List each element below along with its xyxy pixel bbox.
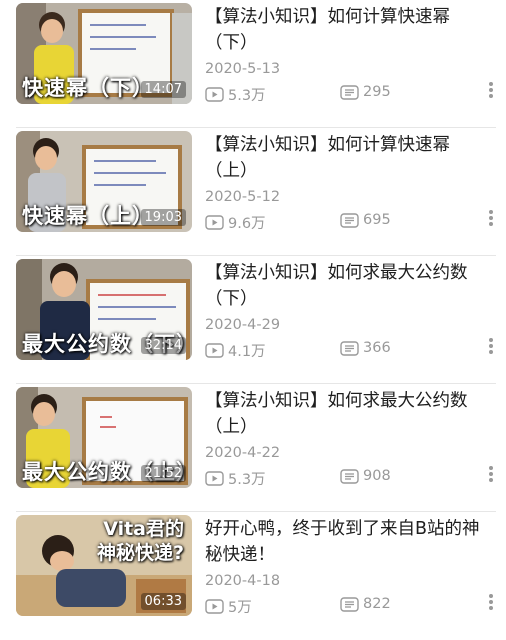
danmaku-count-icon (340, 340, 359, 356)
video-thumbnail[interactable]: 最大公约数（上） 21:52 (16, 387, 192, 488)
video-title[interactable]: 好开心鸭，终于收到了来自B站的神秘快递！ (205, 516, 485, 568)
more-vertical-icon[interactable] (488, 464, 494, 486)
more-vertical-icon[interactable] (488, 592, 494, 614)
video-stats: 5.3万 295 (205, 84, 505, 104)
video-item[interactable]: Vita君的 神秘快递? 06:33 好开心鸭，终于收到了来自B站的神秘快递！ … (0, 512, 506, 640)
publish-date: 2020-5-13 (205, 61, 281, 77)
video-thumbnail[interactable]: 最大公约数（下） 32:14 (16, 259, 192, 360)
video-title[interactable]: 【算法小知识】如何计算快速幂（下） (205, 4, 485, 56)
video-duration: 32:14 (140, 337, 186, 354)
more-vertical-icon[interactable] (488, 336, 494, 358)
video-title[interactable]: 【算法小知识】如何求最大公约数（上） (205, 388, 485, 440)
publish-date: 2020-4-22 (205, 445, 281, 461)
video-stats: 9.6万 695 (205, 212, 505, 232)
video-stats: 5.3万 908 (205, 468, 505, 488)
danmaku-count: 366 (340, 340, 391, 356)
video-item[interactable]: 快速幂（上） 19:03 【算法小知识】如何计算快速幂（上） 2020-5-12… (0, 128, 506, 256)
video-duration: 21:52 (140, 465, 186, 482)
play-count-icon (205, 343, 224, 358)
danmaku-count: 695 (340, 212, 391, 228)
publish-date: 2020-5-12 (205, 189, 281, 205)
thumbnail-overlay-title: 快速幂（上） (22, 204, 154, 228)
view-count: 5万 (205, 596, 252, 617)
danmaku-count-icon (340, 84, 359, 100)
video-title[interactable]: 【算法小知识】如何计算快速幂（上） (205, 132, 485, 184)
video-item[interactable]: 最大公约数（下） 32:14 【算法小知识】如何求最大公约数（下） 2020-4… (0, 256, 506, 384)
video-duration: 14:07 (140, 81, 186, 98)
view-count: 4.1万 (205, 340, 266, 361)
video-duration: 06:33 (140, 593, 186, 610)
thumbnail-overlay-title: Vita君的 神秘快递? (96, 518, 184, 564)
video-duration: 19:03 (140, 209, 186, 226)
video-item[interactable]: 最大公约数（上） 21:52 【算法小知识】如何求最大公约数（上） 2020-4… (0, 384, 506, 512)
danmaku-count: 908 (340, 468, 391, 484)
view-count: 5.3万 (205, 84, 266, 105)
video-title[interactable]: 【算法小知识】如何求最大公约数（下） (205, 260, 485, 312)
video-item[interactable]: 快速幂（下） 14:07 【算法小知识】如何计算快速幂（下） 2020-5-13… (0, 0, 506, 128)
danmaku-count-icon (340, 212, 359, 228)
play-count-icon (205, 599, 224, 614)
danmaku-count: 295 (340, 84, 391, 100)
danmaku-count: 822 (340, 596, 391, 612)
danmaku-count-icon (340, 596, 359, 612)
more-vertical-icon[interactable] (488, 80, 494, 102)
video-thumbnail[interactable]: 快速幂（上） 19:03 (16, 131, 192, 232)
publish-date: 2020-4-29 (205, 317, 281, 333)
thumbnail-overlay-title: 快速幂（下） (22, 76, 154, 100)
play-count-icon (205, 471, 224, 486)
video-thumbnail[interactable]: 快速幂（下） 14:07 (16, 3, 192, 104)
video-stats: 5万 822 (205, 596, 505, 616)
play-count-icon (205, 87, 224, 102)
video-list: 快速幂（下） 14:07 【算法小知识】如何计算快速幂（下） 2020-5-13… (0, 0, 506, 629)
play-count-icon (205, 215, 224, 230)
publish-date: 2020-4-18 (205, 573, 281, 589)
view-count: 9.6万 (205, 212, 266, 233)
view-count: 5.3万 (205, 468, 266, 489)
video-thumbnail[interactable]: Vita君的 神秘快递? 06:33 (16, 515, 192, 616)
more-vertical-icon[interactable] (488, 208, 494, 230)
danmaku-count-icon (340, 468, 359, 484)
video-stats: 4.1万 366 (205, 340, 505, 360)
